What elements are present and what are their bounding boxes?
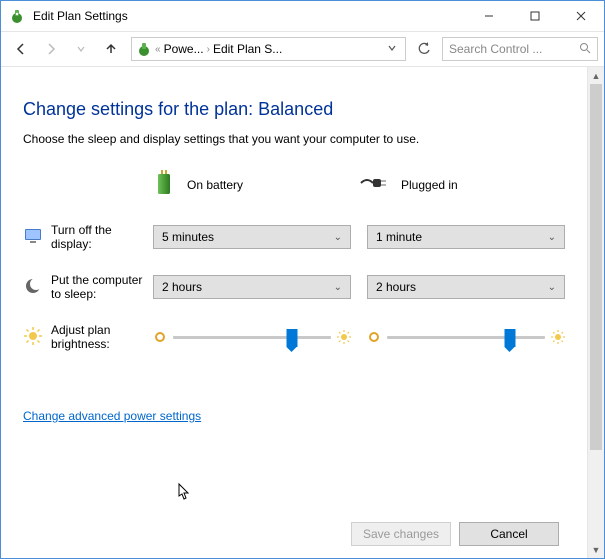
- scroll-thumb[interactable]: [590, 84, 602, 450]
- breadcrumb[interactable]: « Powe... › Edit Plan S...: [131, 37, 406, 61]
- up-button[interactable]: [97, 35, 125, 63]
- chevron-left-icon: «: [152, 44, 164, 55]
- slider-track[interactable]: [173, 336, 331, 339]
- plugged-label: Plugged in: [401, 178, 458, 192]
- breadcrumb-item[interactable]: Powe...: [164, 42, 204, 56]
- chevron-right-icon: ›: [204, 44, 213, 55]
- moon-icon: [23, 276, 43, 299]
- cancel-button[interactable]: Cancel: [459, 522, 559, 546]
- scroll-down-button[interactable]: ▼: [588, 541, 604, 558]
- refresh-button[interactable]: [412, 37, 436, 61]
- scroll-track[interactable]: [588, 84, 604, 541]
- brightness-row: Adjust plan brightness:: [23, 319, 565, 355]
- sleep-label: Put the computer to sleep:: [51, 273, 153, 301]
- battery-icon: [153, 168, 175, 201]
- back-button[interactable]: [7, 35, 35, 63]
- slider-thumb[interactable]: [505, 329, 516, 347]
- plugged-column-header: Plugged in: [359, 173, 565, 196]
- sun-bright-icon: [551, 330, 565, 344]
- sun-dim-icon: [367, 330, 381, 344]
- battery-label: On battery: [187, 178, 243, 192]
- page-heading: Change settings for the plan: Balanced: [23, 99, 565, 120]
- search-icon: [579, 42, 591, 57]
- breadcrumb-item[interactable]: Edit Plan S...: [213, 42, 282, 56]
- battery-column-header: On battery: [153, 168, 359, 201]
- minimize-button[interactable]: [466, 1, 512, 31]
- sleep-battery-dropdown[interactable]: 2 hours ⌄: [153, 275, 351, 299]
- search-placeholder: Search Control ...: [449, 42, 542, 56]
- display-label: Turn off the display:: [51, 223, 153, 251]
- display-plugged-dropdown[interactable]: 1 minute ⌄: [367, 225, 565, 249]
- display-battery-dropdown[interactable]: 5 minutes ⌄: [153, 225, 351, 249]
- recent-dropdown[interactable]: [67, 35, 95, 63]
- slider-thumb[interactable]: [286, 329, 297, 347]
- brightness-label: Adjust plan brightness:: [51, 323, 153, 351]
- chevron-down-icon: ⌄: [548, 282, 556, 293]
- chevron-down-icon: ⌄: [334, 282, 342, 293]
- column-headers: On battery Plugged in: [23, 168, 565, 201]
- app-icon: [9, 8, 25, 24]
- page-subtext: Choose the sleep and display settings th…: [23, 132, 565, 146]
- footer-buttons: Save changes Cancel: [351, 522, 559, 546]
- slider-track[interactable]: [387, 336, 545, 339]
- content-area: Change settings for the plan: Balanced C…: [1, 67, 587, 558]
- control-panel-icon: [136, 41, 152, 57]
- chevron-down-icon: ⌄: [334, 232, 342, 243]
- dropdown-value: 2 hours: [376, 280, 416, 294]
- chevron-down-icon: ⌄: [548, 232, 556, 243]
- dropdown-value: 5 minutes: [162, 230, 214, 244]
- save-button[interactable]: Save changes: [351, 522, 451, 546]
- title-bar: Edit Plan Settings: [1, 1, 604, 31]
- plug-icon: [359, 173, 389, 196]
- sun-bright-icon: [337, 330, 351, 344]
- brightness-plugged-slider[interactable]: [367, 330, 565, 344]
- nav-toolbar: « Powe... › Edit Plan S... Search Contro…: [1, 31, 604, 67]
- forward-button[interactable]: [37, 35, 65, 63]
- sleep-row: Put the computer to sleep: 2 hours ⌄ 2 h…: [23, 269, 565, 305]
- display-row: Turn off the display: 5 minutes ⌄ 1 minu…: [23, 219, 565, 255]
- sun-dim-icon: [153, 330, 167, 344]
- monitor-icon: [23, 226, 43, 249]
- scroll-up-button[interactable]: ▲: [588, 67, 604, 84]
- dropdown-value: 1 minute: [376, 230, 422, 244]
- close-button[interactable]: [558, 1, 604, 31]
- brightness-battery-slider[interactable]: [153, 330, 351, 344]
- dropdown-value: 2 hours: [162, 280, 202, 294]
- sleep-plugged-dropdown[interactable]: 2 hours ⌄: [367, 275, 565, 299]
- maximize-button[interactable]: [512, 1, 558, 31]
- window-controls: [466, 1, 604, 31]
- sun-icon: [23, 326, 43, 349]
- breadcrumb-dropdown[interactable]: [383, 42, 401, 56]
- window-title: Edit Plan Settings: [33, 9, 466, 23]
- vertical-scrollbar[interactable]: ▲ ▼: [587, 67, 604, 558]
- search-input[interactable]: Search Control ...: [442, 37, 598, 61]
- cursor-icon: [173, 482, 191, 504]
- advanced-settings-link[interactable]: Change advanced power settings: [23, 409, 201, 423]
